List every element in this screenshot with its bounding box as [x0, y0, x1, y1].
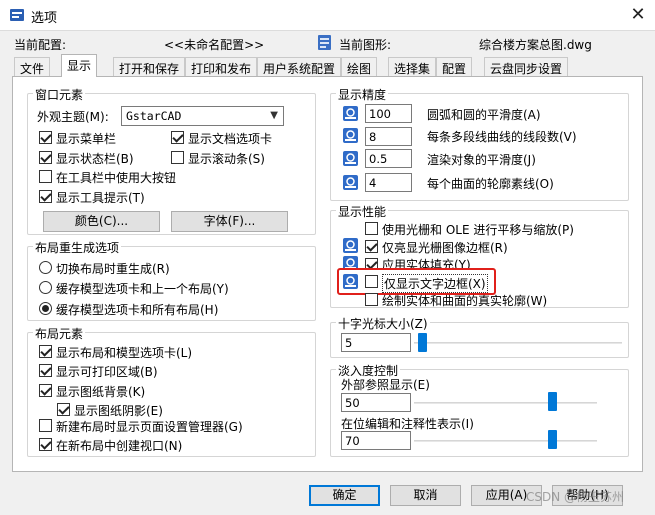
colors-button[interactable]: 颜色(C)...: [43, 211, 160, 232]
display-performance-title: 显示性能: [336, 203, 389, 220]
tab-plot-publish[interactable]: 打印和发布: [185, 57, 258, 76]
drawing-setting-icon: [343, 175, 358, 190]
large-buttons-label: 在工具栏中使用大按钮: [56, 171, 177, 185]
window-elements-title: 窗口元素: [33, 86, 86, 103]
app-icon: [10, 9, 24, 21]
profile-value: <<未命名配置>>: [164, 38, 265, 52]
true-silhouettes-label: 绘制实体和曲面的真实轮廓(W): [382, 294, 548, 308]
show-tooltips-checkbox[interactable]: [39, 190, 52, 203]
contour-lines-label: 每个曲面的轮廓素线(O): [427, 177, 554, 191]
text-frame-only-checkbox[interactable]: [365, 275, 378, 288]
close-icon[interactable]: ✕: [626, 2, 650, 28]
ok-button[interactable]: 确定: [309, 485, 380, 506]
show-page-setup-checkbox[interactable]: [39, 419, 52, 432]
regen-on-switch-label: 切换布局时重生成(R): [56, 262, 170, 276]
show-doc-tabs-label: 显示文档选项卡: [188, 132, 273, 146]
create-viewport-label: 在新布局中创建视口(N): [56, 439, 183, 453]
cache-model-last-radio[interactable]: [39, 281, 52, 294]
crosshair-size-input[interactable]: 5: [341, 333, 411, 352]
crosshair-title: 十字光标大小(Z): [336, 315, 430, 332]
text-frame-only-label: 仅显示文字边框(X): [382, 274, 488, 293]
show-paper-shadow-checkbox[interactable]: [57, 403, 70, 416]
raster-ole-pan-label: 使用光栅和 OLE 进行平移与缩放(P): [382, 223, 574, 237]
show-tooltips-label: 显示工具提示(T): [56, 191, 145, 205]
drawing-label: 当前图形:: [339, 38, 392, 52]
tab-drafting[interactable]: 绘图: [341, 57, 378, 76]
watermark: CSDN @杨玉苏州: [526, 490, 625, 504]
show-layout-tabs-label: 显示布局和模型选项卡(L): [56, 346, 193, 360]
title-bar: 选项 ✕: [0, 0, 655, 31]
xref-fade-input[interactable]: 50: [341, 393, 411, 412]
cache-all-layouts-label: 缓存模型选项卡和所有布局(H): [56, 303, 219, 317]
show-layout-tabs-checkbox[interactable]: [39, 345, 52, 358]
fonts-button[interactable]: 字体(F)...: [171, 211, 288, 232]
inplace-fade-slider-track[interactable]: [414, 440, 597, 442]
show-scrollbars-checkbox[interactable]: [171, 151, 184, 164]
drawing-setting-icon: [343, 238, 358, 253]
crosshair-slider-track[interactable]: [414, 342, 622, 344]
crosshair-slider-thumb[interactable]: [418, 333, 427, 352]
show-scrollbars-label: 显示滚动条(S): [188, 152, 265, 166]
raster-frame-only-label: 仅亮显光栅图像边框(R): [382, 241, 508, 255]
show-statusbar-checkbox[interactable]: [39, 151, 52, 164]
tab-user-preferences[interactable]: 用户系统配置: [257, 57, 342, 76]
window-title: 选项: [31, 11, 58, 26]
show-printable-area-checkbox[interactable]: [39, 364, 52, 377]
profile-label: 当前配置:: [14, 38, 67, 52]
tab-files[interactable]: 文件: [14, 57, 51, 76]
render-smoothness-label: 渲染对象的平滑度(J): [427, 153, 536, 167]
layout-regen-title: 布局重生成选项: [33, 239, 122, 256]
theme-select[interactable]: GstarCAD ▼: [121, 106, 284, 126]
arc-smoothness-input[interactable]: 100: [365, 104, 412, 123]
tab-display[interactable]: 显示: [61, 54, 98, 77]
show-printable-area-label: 显示可打印区域(B): [56, 365, 158, 379]
cache-model-last-label: 缓存模型选项卡和上一个布局(Y): [56, 282, 229, 296]
xref-fade-slider-thumb[interactable]: [548, 392, 557, 411]
tab-cloud-sync[interactable]: 云盘同步设置: [484, 57, 569, 76]
render-smoothness-input[interactable]: 0.5: [365, 149, 412, 168]
xref-fade-label: 外部参照显示(E): [341, 378, 430, 392]
xref-fade-slider-track[interactable]: [414, 402, 597, 404]
cache-all-layouts-radio[interactable]: [39, 302, 52, 315]
display-resolution-title: 显示精度: [336, 86, 389, 103]
show-paper-background-label: 显示图纸背景(K): [56, 385, 146, 399]
polyline-segments-label: 每条多段线曲线的线段数(V): [427, 130, 577, 144]
drawing-setting-icon: [343, 274, 358, 289]
chevron-down-icon: ▼: [270, 110, 278, 121]
show-menubar-label: 显示菜单栏: [56, 132, 117, 146]
inplace-fade-slider-thumb[interactable]: [548, 430, 557, 449]
theme-label: 外观主题(M):: [37, 110, 109, 124]
create-viewport-checkbox[interactable]: [39, 438, 52, 451]
tab-selection[interactable]: 选择集: [388, 57, 437, 76]
drawing-setting-icon: [343, 151, 358, 166]
drawing-value: 综合楼方案总图.dwg: [479, 38, 592, 52]
show-doc-tabs-checkbox[interactable]: [171, 131, 184, 144]
regen-on-switch-radio[interactable]: [39, 261, 52, 274]
cancel-button[interactable]: 取消: [390, 485, 461, 506]
raster-ole-pan-checkbox[interactable]: [365, 222, 378, 235]
drawing-setting-icon: [343, 128, 358, 143]
show-page-setup-label: 新建布局时显示页面设置管理器(G): [56, 420, 243, 434]
theme-value: GstarCAD: [126, 109, 182, 123]
show-paper-background-checkbox[interactable]: [39, 384, 52, 397]
true-silhouettes-checkbox[interactable]: [365, 293, 378, 306]
arc-smoothness-label: 圆弧和圆的平滑度(A): [427, 108, 541, 122]
drawing-icon: [318, 35, 331, 50]
tab-open-save[interactable]: 打开和保存: [113, 57, 186, 76]
tab-profiles[interactable]: 配置: [436, 57, 473, 76]
large-buttons-checkbox[interactable]: [39, 170, 52, 183]
raster-frame-only-checkbox[interactable]: [365, 240, 378, 253]
inplace-fade-input[interactable]: 70: [341, 431, 411, 450]
inplace-fade-label: 在位编辑和注释性表示(I): [341, 417, 474, 431]
show-menubar-checkbox[interactable]: [39, 131, 52, 144]
show-paper-shadow-label: 显示图纸阴影(E): [74, 404, 163, 418]
layout-elements-title: 布局元素: [33, 325, 86, 342]
polyline-segments-input[interactable]: 8: [365, 127, 412, 146]
contour-lines-input[interactable]: 4: [365, 173, 412, 192]
show-statusbar-label: 显示状态栏(B): [56, 152, 134, 166]
drawing-setting-icon: [343, 106, 358, 121]
